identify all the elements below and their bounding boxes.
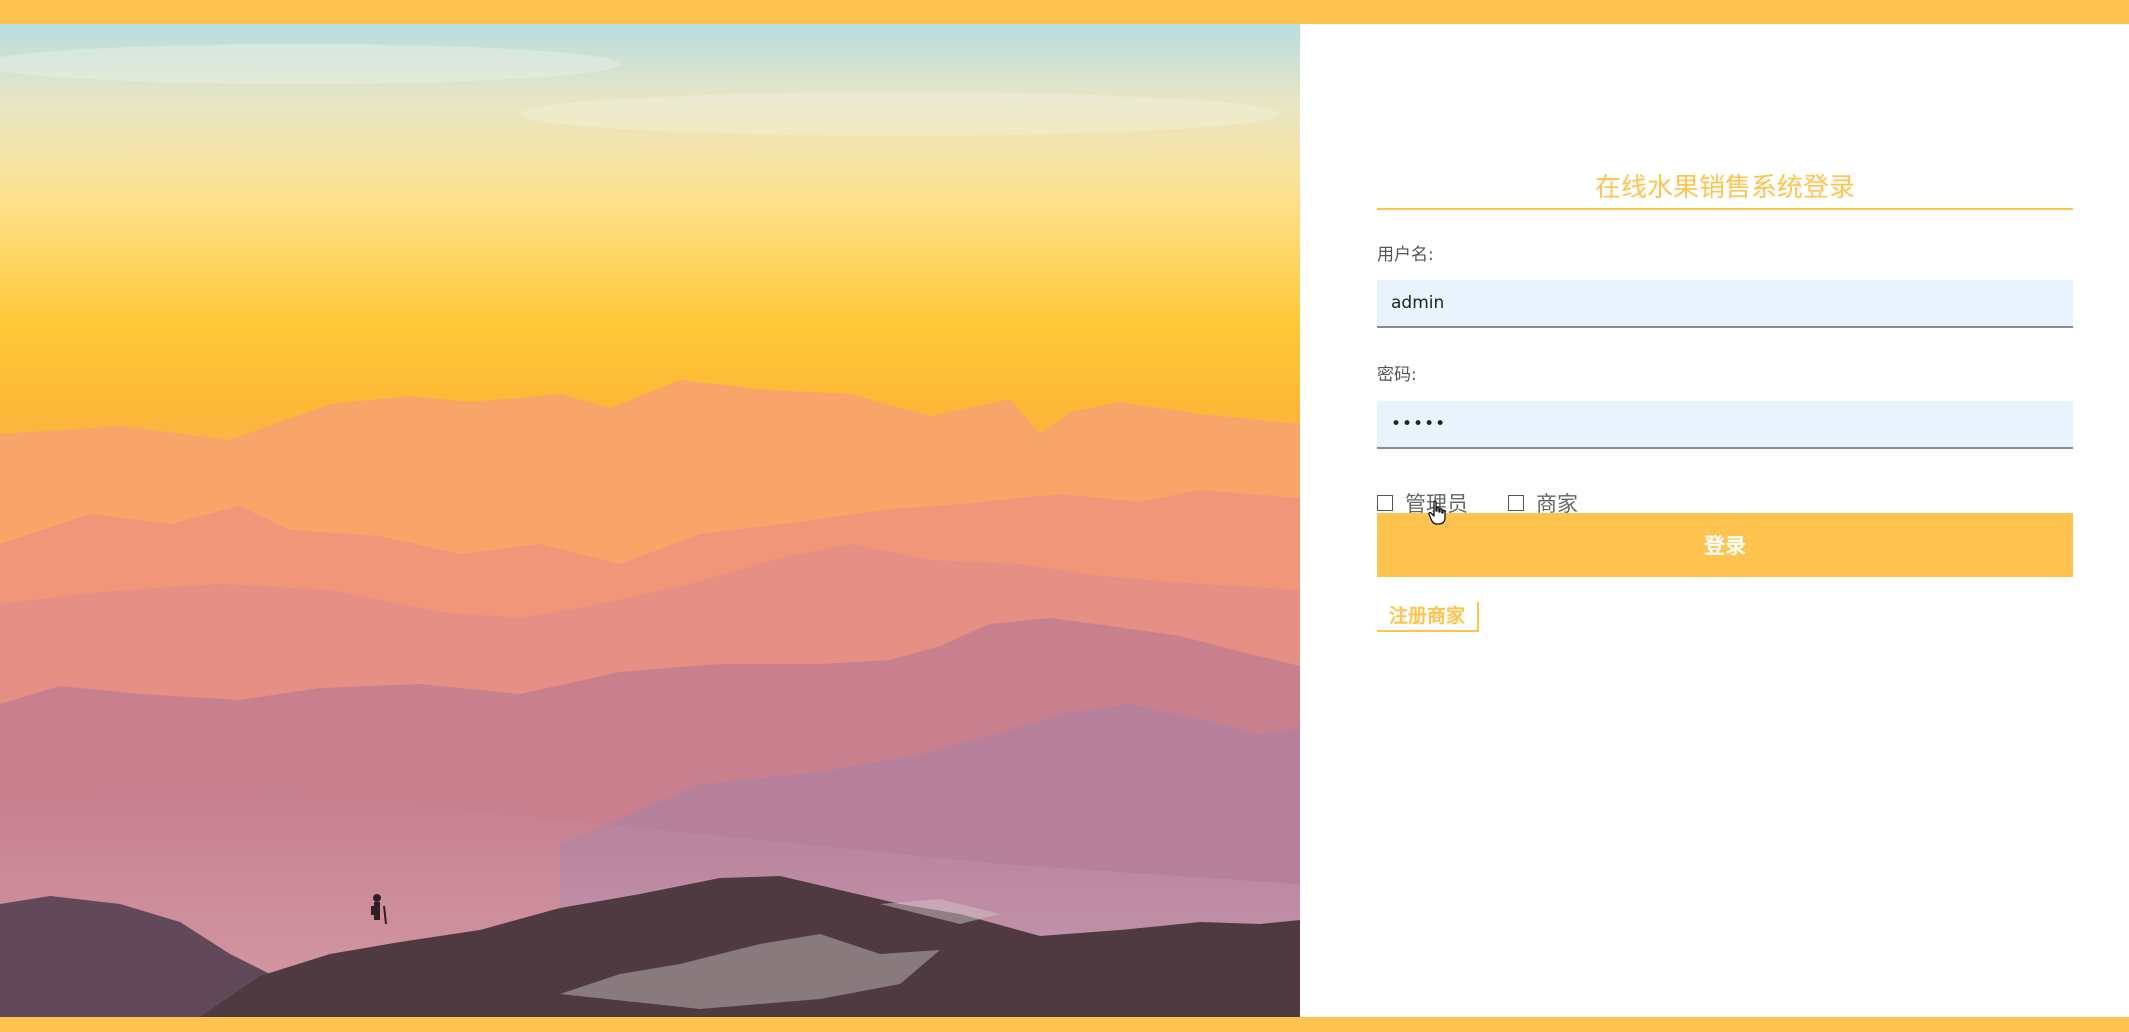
login-title: 在线水果销售系统登录 <box>1594 173 1855 203</box>
top-accent-bar <box>0 0 2129 24</box>
title-underline <box>1377 208 2073 210</box>
bottom-accent-bar <box>0 1017 2129 1032</box>
hand-cursor-icon <box>1428 500 1446 525</box>
password-label: 密码: <box>1377 365 1417 385</box>
username-input[interactable] <box>1377 280 2073 328</box>
login-panel: 在线水果销售系统登录 用户名: 密码: 管理员 商家 登录 注册商家 <box>1300 24 2129 1017</box>
username-label: 用户名: <box>1377 245 1434 265</box>
register-merchant-link[interactable]: 注册商家 <box>1377 602 1480 632</box>
password-input[interactable] <box>1377 401 2073 449</box>
role-merchant-checkbox[interactable] <box>1508 495 1524 511</box>
hero-landscape-image <box>0 24 1300 1017</box>
role-admin-checkbox[interactable] <box>1377 495 1393 511</box>
login-button[interactable]: 登录 <box>1377 513 2073 577</box>
